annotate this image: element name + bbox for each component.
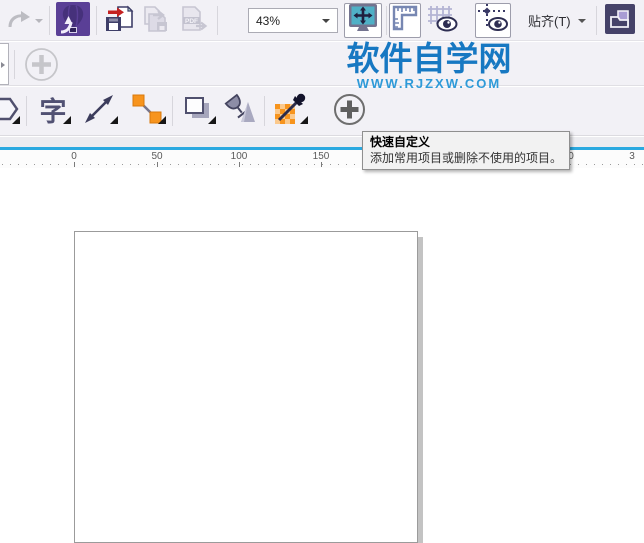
publish-pdf-button[interactable]: PDF (176, 5, 210, 37)
application-launcher-button[interactable] (55, 1, 91, 41)
flyout-arrow-icon[interactable] (158, 116, 166, 124)
polygon-tool-icon (0, 93, 20, 130)
rulers-toggle-button[interactable] (389, 3, 421, 38)
grid-toggle-button[interactable] (425, 3, 461, 38)
quick-customize-tooltip: 快速自定义 添加常用项目或删除不使用的项目。 (362, 131, 571, 170)
standard-toolbar: PDF 43% 贴齐(T) (0, 0, 644, 41)
separator (264, 96, 265, 126)
zoom-dropdown-caret-icon[interactable] (322, 18, 330, 23)
snap-dropdown-caret-icon (577, 18, 586, 23)
snap-to-dropdown[interactable]: 贴齐(T) (528, 0, 586, 41)
separator (14, 50, 15, 79)
svg-text:PDF: PDF (185, 18, 198, 25)
ruler-major-tick (74, 162, 75, 167)
ruler-label: 0 (71, 151, 77, 162)
flyout-arrow-icon[interactable] (110, 116, 118, 124)
ruler-label: 50 (151, 151, 163, 162)
page-shadow (418, 237, 423, 543)
separator (596, 6, 597, 35)
flyout-arrow-icon[interactable] (12, 116, 20, 124)
guidelines-toggle-button[interactable] (475, 3, 511, 38)
dimension-tool-button[interactable] (79, 87, 119, 136)
ruler-major-tick (157, 162, 158, 167)
drawing-canvas[interactable] (0, 168, 644, 543)
ruler-major-tick (321, 162, 322, 167)
pan-screen-icon (347, 2, 379, 39)
color-eyedropper-tool-icon (273, 92, 307, 131)
redo-dropdown-caret-icon[interactable] (34, 19, 43, 23)
options-button[interactable] (603, 3, 637, 40)
dimension-tool-icon (83, 93, 115, 130)
import-icon (104, 4, 134, 39)
shape-tool-button[interactable] (0, 87, 21, 136)
grid-toggle-icon (427, 3, 459, 38)
clipped-caret-icon (1, 62, 5, 68)
separator (172, 96, 173, 126)
publish-pdf-icon: PDF (178, 4, 208, 39)
rulers-toggle-icon (391, 4, 419, 37)
ruler-label: 3 (629, 151, 635, 162)
ruler-major-tick (239, 162, 240, 167)
clipped-control[interactable] (0, 43, 9, 85)
color-eyedropper-tool-button[interactable] (271, 87, 309, 136)
separator (217, 6, 218, 35)
ruler-label: 150 (312, 151, 330, 162)
export-icon (141, 4, 171, 39)
snap-to-label: 贴齐(T) (528, 14, 571, 29)
app-balloon-icon (56, 1, 90, 41)
property-bar (0, 42, 644, 86)
app-window: PDF 43% 贴齐(T) 软件自学网 WWW.RJZXW.COM 字 0 50… (0, 0, 644, 543)
connector-tool-icon (131, 93, 163, 130)
text-tool-button[interactable]: 字 (34, 87, 72, 136)
flyout-arrow-icon[interactable] (208, 116, 216, 124)
ruler-label: 100 (230, 151, 248, 162)
quick-customize-toolbox-button[interactable] (332, 87, 366, 136)
guidelines-toggle-icon (477, 3, 509, 38)
zoom-level-combo[interactable]: 43% (248, 8, 338, 33)
tooltip-description: 添加常用项目或删除不使用的项目。 (370, 151, 563, 165)
separator (49, 6, 50, 35)
export-button[interactable] (139, 5, 173, 37)
import-button[interactable] (102, 5, 136, 37)
flyout-arrow-icon[interactable] (63, 116, 71, 124)
zoom-level-value: 43% (256, 13, 281, 28)
separator (386, 6, 387, 35)
separator (26, 96, 27, 126)
quick-customize-plus-icon (24, 48, 59, 86)
quick-customize-propertybar-button[interactable] (24, 47, 59, 87)
redo-icon (6, 7, 32, 36)
tooltip-title: 快速自定义 (370, 135, 431, 149)
drop-shadow-tool-button[interactable] (179, 87, 217, 136)
toolbox-bar: 字 (0, 87, 644, 136)
separator (96, 6, 97, 35)
transparency-tool-button[interactable] (218, 87, 260, 136)
flyout-arrow-icon[interactable] (300, 116, 308, 124)
drop-shadow-tool-icon (181, 93, 215, 130)
pan-screen-button[interactable] (344, 3, 382, 38)
connector-tool-button[interactable] (127, 87, 167, 136)
options-icon (604, 3, 636, 40)
redo-button[interactable] (2, 8, 46, 34)
document-page[interactable] (74, 231, 418, 543)
transparency-tool-icon (221, 92, 257, 131)
quick-customize-plus-icon (333, 93, 366, 131)
